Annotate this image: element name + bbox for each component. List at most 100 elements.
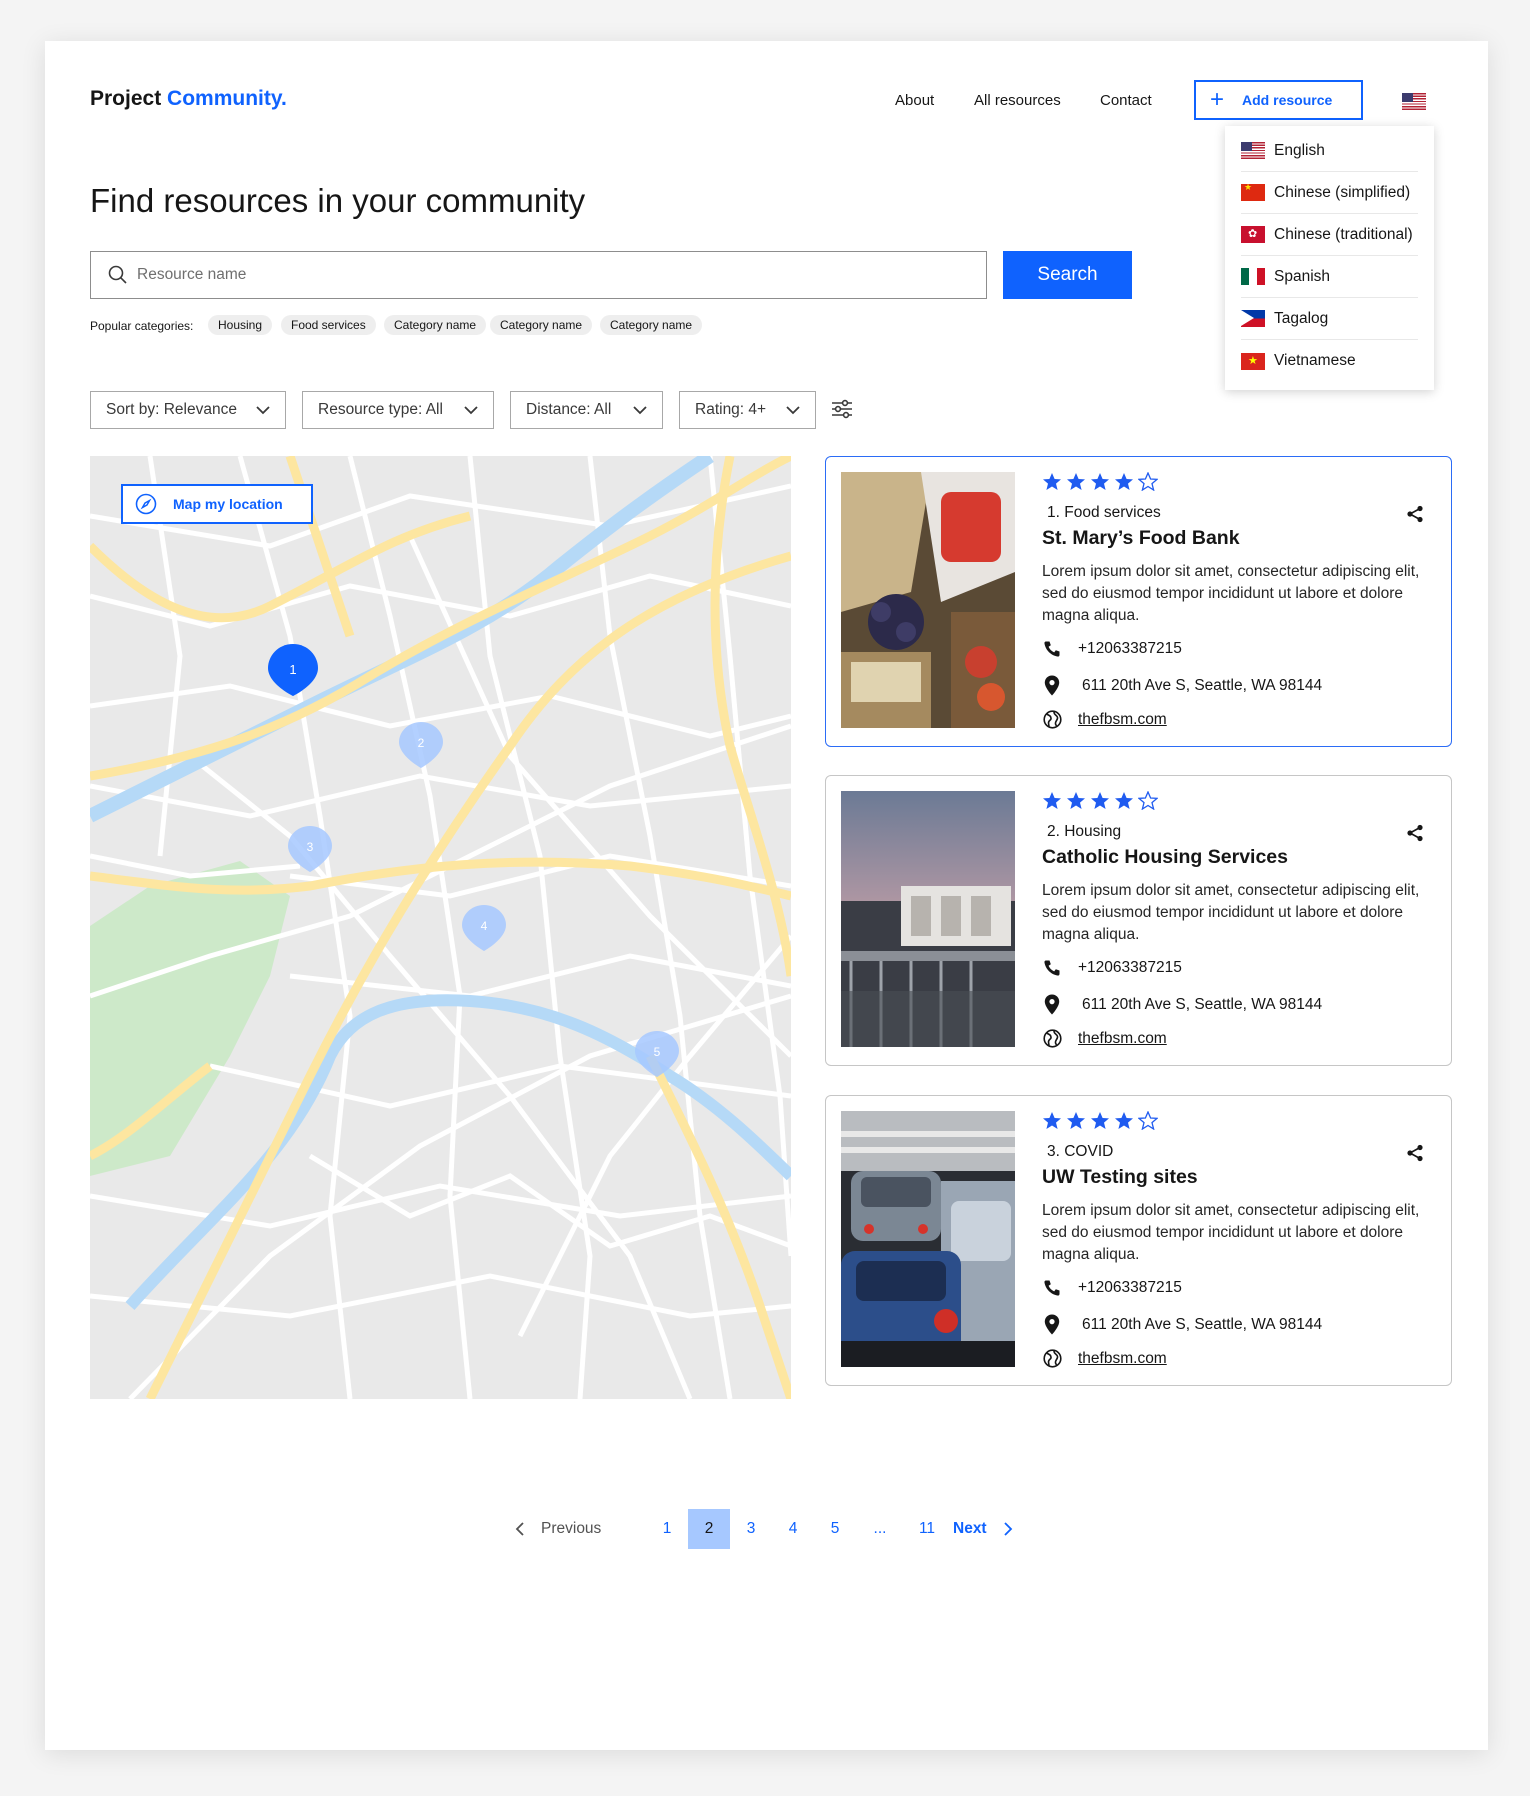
- language-option-tagalog[interactable]: Tagalog: [1241, 298, 1418, 340]
- resource-description: Lorem ipsum dolor sit amet, consectetur …: [1042, 563, 1420, 624]
- us-flag-icon: [1402, 93, 1426, 110]
- page-2-current[interactable]: 2: [688, 1509, 730, 1549]
- star-filled-icon: [1115, 1112, 1133, 1129]
- resource-phone[interactable]: +12063387215: [1042, 1279, 1182, 1297]
- page-4[interactable]: 4: [772, 1509, 814, 1549]
- language-option-spanish[interactable]: Spanish: [1241, 256, 1418, 298]
- star-outline-icon: [1138, 1111, 1158, 1130]
- page-5[interactable]: 5: [814, 1509, 856, 1549]
- filter-settings-icon[interactable]: [831, 399, 853, 419]
- philippines-flag-icon: [1241, 310, 1265, 327]
- map[interactable]: 1 2 3 4 5 Map my location: [90, 456, 791, 1399]
- map-canvas[interactable]: 1 2 3 4 5: [90, 456, 791, 1399]
- page-11[interactable]: 11: [906, 1509, 948, 1549]
- star-filled-icon: [1091, 1112, 1109, 1129]
- star-filled-icon: [1115, 473, 1133, 490]
- sort-dropdown[interactable]: Sort by: Relevance: [90, 391, 286, 429]
- resource-category: 3. COVID: [1047, 1143, 1114, 1160]
- resource-phone[interactable]: +12063387215: [1042, 640, 1182, 658]
- star-filled-icon: [1043, 473, 1061, 490]
- search-input[interactable]: [137, 252, 977, 298]
- resource-website[interactable]: thefbsm.com: [1042, 1349, 1167, 1368]
- page: Project Community. About All resources C…: [45, 41, 1488, 1750]
- language-option-chinese-traditional[interactable]: Chinese (traditional): [1241, 214, 1418, 256]
- address-text: 611 20th Ave S, Seattle, WA 98144: [1082, 995, 1323, 1013]
- resource-photo-housing: [841, 791, 1015, 1047]
- page-1[interactable]: 1: [646, 1509, 688, 1549]
- resource-phone[interactable]: +12063387215: [1042, 959, 1182, 977]
- vietnam-flag-icon: [1241, 352, 1265, 370]
- location-pin-icon: [1044, 994, 1060, 1015]
- globe-icon: [1042, 710, 1062, 729]
- website-link[interactable]: thefbsm.com: [1078, 711, 1167, 729]
- resource-card-2[interactable]: 2. Housing Catholic Housing Services Lor…: [825, 775, 1452, 1066]
- language-label: Tagalog: [1274, 309, 1329, 327]
- category-chip-food-services[interactable]: Food services: [281, 315, 376, 335]
- map-my-location-button[interactable]: Map my location: [121, 484, 313, 524]
- nav-all-resources[interactable]: All resources: [974, 92, 1061, 109]
- resource-photo-testing-site: [841, 1111, 1015, 1367]
- resource-card-1[interactable]: 1. Food services St. Mary’s Food Bank Lo…: [825, 456, 1452, 747]
- rating-stars: [1042, 472, 1158, 491]
- category-chip[interactable]: Category name: [600, 315, 703, 335]
- category-chip-housing[interactable]: Housing: [208, 315, 273, 335]
- chevron-down-icon: [633, 405, 647, 414]
- share-icon[interactable]: [1406, 1144, 1424, 1162]
- add-resource-button[interactable]: + Add resource: [1194, 80, 1363, 120]
- phone-number: +12063387215: [1078, 1279, 1182, 1296]
- map-pin-label: 1: [289, 662, 296, 677]
- category-chip[interactable]: Category name: [490, 315, 593, 335]
- language-option-vietnamese[interactable]: Vietnamese: [1241, 340, 1418, 382]
- distance-dropdown[interactable]: Distance: All: [510, 391, 663, 429]
- resource-photo-groceries: [841, 472, 1015, 728]
- category-chip[interactable]: Category name: [384, 315, 487, 335]
- distance-label: Distance: All: [526, 401, 612, 418]
- star-filled-icon: [1043, 1112, 1061, 1129]
- resource-name[interactable]: UW Testing sites: [1042, 1166, 1198, 1189]
- language-selector[interactable]: [1402, 93, 1426, 115]
- resource-website[interactable]: thefbsm.com: [1042, 1029, 1167, 1048]
- language-label: Chinese (traditional): [1274, 225, 1413, 243]
- language-option-chinese-simplified[interactable]: Chinese (simplified): [1241, 172, 1418, 214]
- phone-number: +12063387215: [1078, 959, 1182, 976]
- map-pin-label: 4: [481, 919, 488, 933]
- pagination-next[interactable]: Next: [953, 1509, 1013, 1549]
- page-title: Find resources in your community: [90, 182, 586, 219]
- resource-name[interactable]: St. Mary’s Food Bank: [1042, 527, 1240, 550]
- add-resource-label: Add resource: [1242, 92, 1333, 108]
- resource-card-3[interactable]: 3. COVID UW Testing sites Lorem ipsum do…: [825, 1095, 1452, 1386]
- resource-category: 2. Housing: [1047, 823, 1122, 840]
- resource-type-dropdown[interactable]: Resource type: All: [302, 391, 494, 429]
- resource-category: 1. Food services: [1047, 504, 1161, 521]
- search-icon: [108, 265, 127, 284]
- website-link[interactable]: thefbsm.com: [1078, 1030, 1167, 1048]
- resource-name[interactable]: Catholic Housing Services: [1042, 846, 1288, 869]
- nav-contact[interactable]: Contact: [1100, 92, 1152, 109]
- chevron-down-icon: [464, 405, 478, 414]
- star-filled-icon: [1091, 473, 1109, 490]
- sort-label: Sort by: Relevance: [106, 401, 237, 418]
- resource-address[interactable]: 611 20th Ave S, Seattle, WA 98144: [1042, 1314, 1322, 1335]
- language-option-english[interactable]: English: [1241, 130, 1418, 172]
- star-filled-icon: [1067, 1112, 1085, 1129]
- chevron-down-icon: [256, 405, 270, 414]
- nav-about[interactable]: About: [895, 92, 934, 109]
- phone-number: +12063387215: [1078, 640, 1182, 657]
- plus-icon: +: [1210, 86, 1225, 113]
- page-3[interactable]: 3: [730, 1509, 772, 1549]
- rating-dropdown[interactable]: Rating: 4+: [679, 391, 816, 429]
- location-pin-icon: [1044, 675, 1060, 696]
- language-label: English: [1274, 141, 1325, 159]
- star-filled-icon: [1043, 792, 1061, 809]
- search-button[interactable]: Search: [1003, 251, 1132, 299]
- resource-address[interactable]: 611 20th Ave S, Seattle, WA 98144: [1042, 994, 1322, 1015]
- share-icon[interactable]: [1406, 824, 1424, 842]
- search-box: [90, 251, 987, 299]
- share-icon[interactable]: [1406, 505, 1424, 523]
- logo[interactable]: Project Community.: [90, 87, 287, 111]
- resource-address[interactable]: 611 20th Ave S, Seattle, WA 98144: [1042, 675, 1322, 696]
- language-label: Chinese (simplified): [1274, 183, 1411, 201]
- website-link[interactable]: thefbsm.com: [1078, 1350, 1167, 1368]
- pagination-previous[interactable]: Previous: [515, 1509, 601, 1549]
- resource-website[interactable]: thefbsm.com: [1042, 710, 1167, 729]
